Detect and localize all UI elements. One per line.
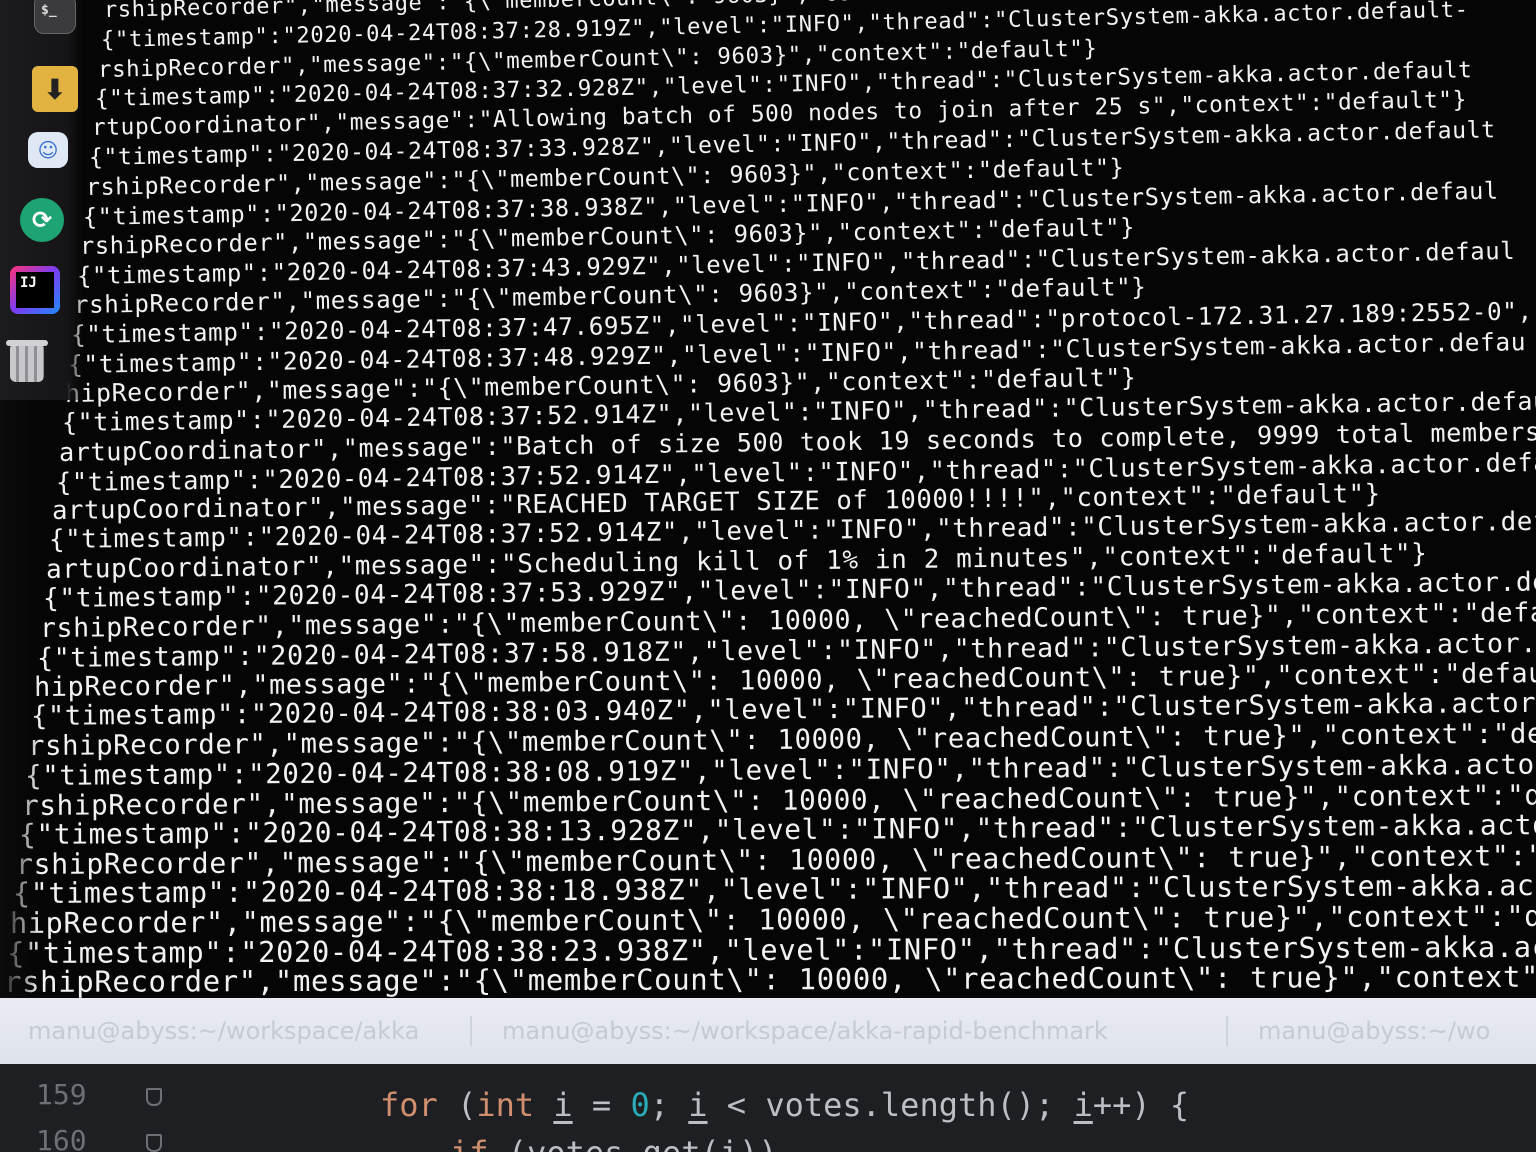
fold-marker-icon[interactable]	[146, 1134, 162, 1152]
tab-separator	[470, 1016, 472, 1046]
code-line-160[interactable]: if (votes.get(i))	[450, 1134, 778, 1152]
keyword-if: if	[450, 1134, 489, 1152]
download-glyph: ⬇	[43, 72, 67, 106]
code-line-159[interactable]: for (int i = 0; i < votes.length(); i++)…	[380, 1086, 1189, 1124]
dock: $_ ⬇ ☺ ⟳ IJ	[0, 0, 84, 400]
variable-i: i	[1073, 1086, 1093, 1124]
code-token: (votes.get(i))	[489, 1134, 778, 1152]
intellij-glyph: IJ	[16, 272, 54, 308]
code-token: =	[572, 1086, 631, 1124]
terminal-log-output[interactable]: rshipRecorder","message":"{\"memberCount…	[0, 0, 1536, 1000]
share-icon[interactable]: ⟳	[20, 198, 64, 242]
code-token: < votes.length();	[707, 1086, 1074, 1124]
editor-gutter: 159 160	[0, 1064, 190, 1152]
terminal-tab-bar: manu@abyss:~/workspace/akka manu@abyss:~…	[0, 998, 1536, 1064]
fold-marker-icon[interactable]	[146, 1088, 162, 1106]
log-line: rshipRecorder","message":"{\"memberCount…	[3, 959, 1536, 999]
line-number: 160	[36, 1124, 87, 1152]
screen: rshipRecorder","message":"{\"memberCount…	[0, 0, 1536, 1152]
share-glyph: ⟳	[31, 206, 53, 234]
variable-i: i	[553, 1086, 573, 1124]
code-token: ;	[649, 1086, 689, 1124]
terminal-tab-akka-rapid-benchmark[interactable]: manu@abyss:~/workspace/akka-rapid-benchm…	[502, 1012, 1108, 1050]
terminal-tab-workspace[interactable]: manu@abyss:~/wo	[1258, 1012, 1490, 1050]
trash-icon[interactable]	[6, 336, 48, 384]
chat-icon[interactable]: ☺	[28, 132, 68, 168]
code-token: (	[437, 1086, 477, 1124]
chat-glyph: ☺	[37, 138, 59, 162]
code-editor[interactable]: 159 160 for (int i = 0; i < votes.length…	[0, 1064, 1536, 1152]
number-literal: 0	[630, 1086, 650, 1124]
trash-can	[10, 346, 44, 382]
line-number: 159	[36, 1078, 87, 1111]
code-token: ++) {	[1092, 1086, 1190, 1124]
terminal-icon[interactable]: $_	[34, 0, 76, 34]
download-icon[interactable]: ⬇	[32, 66, 78, 112]
dock-shadow	[0, 400, 40, 1020]
terminal-glyph: $_	[41, 3, 57, 18]
variable-i: i	[688, 1086, 708, 1124]
terminal-tab-akka[interactable]: manu@abyss:~/workspace/akka	[28, 1012, 419, 1050]
keyword-for: for	[380, 1086, 438, 1124]
keyword-int: int	[476, 1086, 535, 1124]
intellij-icon[interactable]: IJ	[10, 266, 60, 314]
tab-separator	[1226, 1016, 1228, 1046]
